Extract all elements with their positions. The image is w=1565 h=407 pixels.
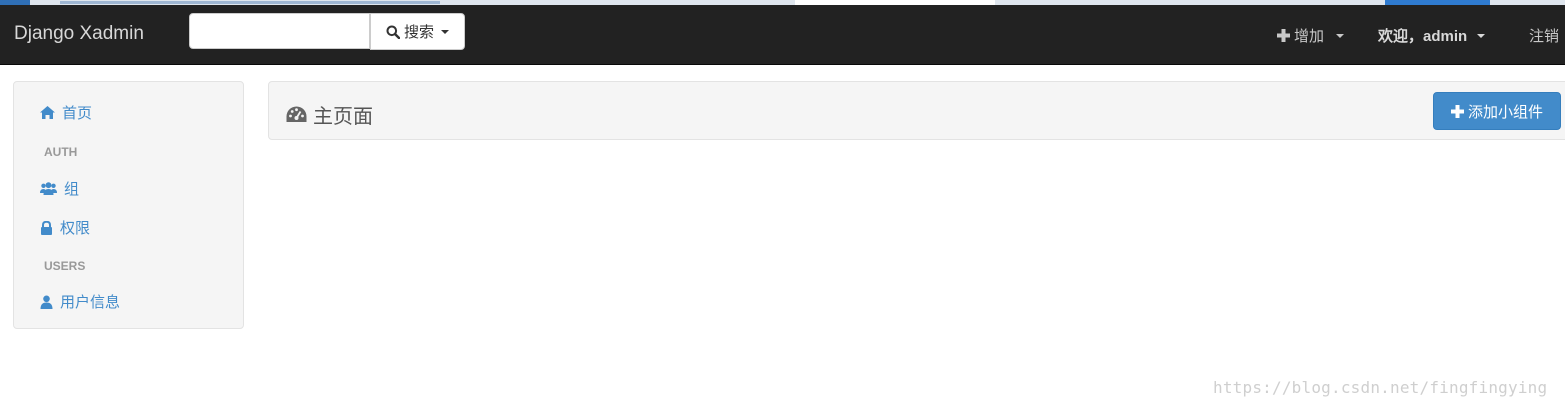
sidebar-nav: 首页 AUTH 组 权限 USERS 用户信息 [13,81,244,329]
logout-label: 注销 [1529,28,1560,45]
logout-link[interactable]: 注销 [1529,25,1559,46]
page-title-text: 主页面 [313,106,373,128]
watermark-text: https://blog.csdn.net/fingfingying [1213,378,1548,397]
sidebar-item-groups[interactable]: 组 [40,178,79,199]
lock-icon [41,220,52,235]
search-icon [386,25,400,39]
add-menu[interactable]: 增加 [1277,25,1345,46]
browser-tab-fragment [60,1,440,4]
sidebar-item-label: 用户信息 [60,294,121,311]
page-title: 主页面 [286,100,373,129]
plus-icon [1277,29,1290,42]
caret-down-icon [1477,33,1486,38]
search-button[interactable]: 搜索 [370,13,465,50]
brand-link[interactable]: Django Xadmin [14,23,144,45]
top-navbar: Django Xadmin 搜索 增加 欢迎，admin 注销 [0,5,1565,65]
sidebar-section-header: AUTH [44,145,78,159]
sidebar-item-user-info[interactable]: 用户信息 [40,291,120,312]
caret-down-icon [441,29,449,34]
sidebar-section-header: USERS [44,259,86,273]
user-menu[interactable]: 欢迎，admin [1378,25,1486,46]
sidebar-item-home[interactable]: 首页 [40,102,92,123]
caret-down-icon [1336,33,1345,38]
group-icon [40,182,57,195]
add-widget-label: 添加小组件 [1467,103,1543,121]
user-icon [40,295,53,309]
sidebar-item-label: 首页 [62,105,93,122]
sidebar-item-label: 权限 [60,220,91,237]
home-icon [40,106,55,119]
dashboard-icon [286,106,307,122]
search-input[interactable] [189,13,370,49]
add-menu-label: 增加 [1294,28,1325,45]
search-button-label: 搜索 [403,24,434,41]
page-header-panel: 主页面 添加小组件 [268,81,1565,140]
add-widget-button[interactable]: 添加小组件 [1433,92,1561,130]
plus-icon [1450,104,1464,118]
sidebar-item-label: 组 [64,181,80,198]
sidebar-item-permissions[interactable]: 权限 [40,217,90,238]
welcome-label: 欢迎，admin [1378,28,1468,45]
